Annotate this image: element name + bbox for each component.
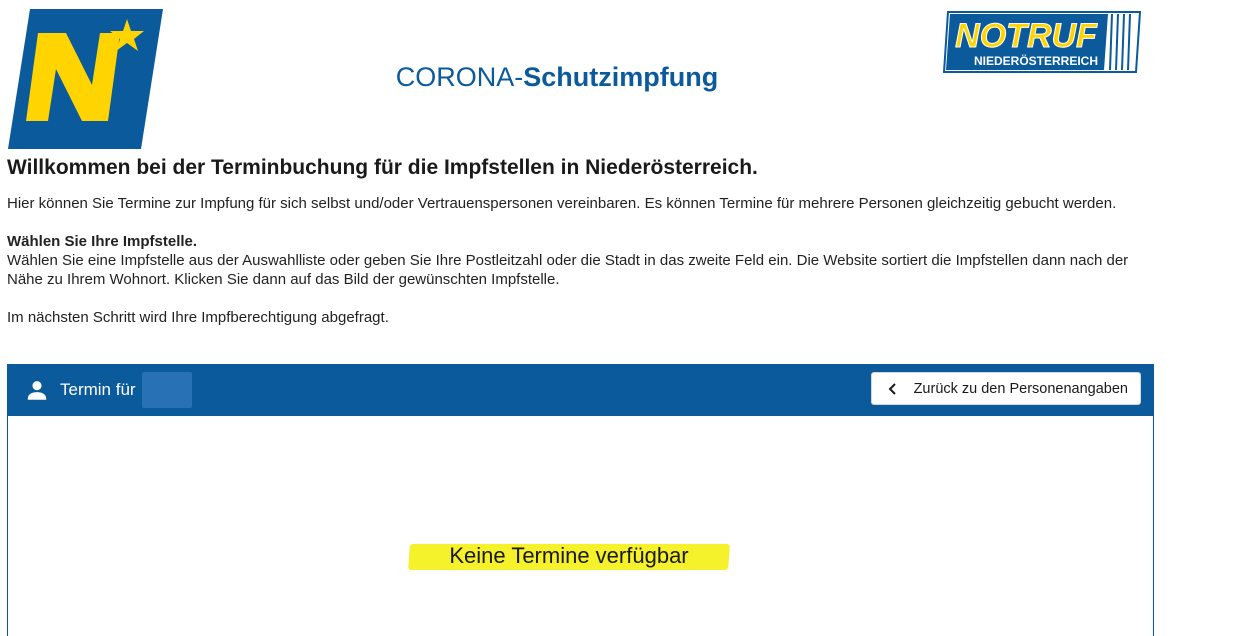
notruf-logo-subtext: NIEDERÖSTERREICH [974,53,1098,68]
next-step-text: Im nächsten Schritt wird Ihre Impfberech… [7,309,389,326]
chevron-left-icon [888,382,896,395]
select-station-text: Wählen Sie eine Impfstelle aus der Auswa… [7,252,1129,288]
panel-title: Termin für [60,380,136,399]
panel-header: Termin für Zurück zu den Personenangaben [8,364,1153,416]
intro-section: Willkommen bei der Terminbuchung für die… [7,156,1147,327]
title-prefix: CORONA- [395,62,524,92]
redacted-person-name [141,372,192,408]
select-station-section: Wählen Sie Ihre Impfstelle. Wählen Sie e… [7,232,1147,289]
panel-body: Keine Termine verfügbar [8,416,1153,636]
person-icon [27,381,47,400]
back-button-label: Zurück zu den Personenangaben [913,380,1128,397]
back-to-person-details-button[interactable]: Zurück zu den Personenangaben [870,372,1141,405]
notruf-logo: NOTRUF NIEDERÖSTERREICH [942,11,1142,73]
appointment-panel: Termin für Zurück zu den Personenangaben… [7,364,1154,636]
title-bold: Schutzimpfung [523,62,719,92]
no-appointments-message: Keine Termine verfügbar [449,543,689,568]
intro-paragraph: Hier können Sie Termine zur Impfung für … [7,195,1117,212]
welcome-heading: Willkommen bei der Terminbuchung für die… [7,156,758,179]
notruf-logo-text: NOTRUF [955,17,1098,55]
select-station-heading: Wählen Sie Ihre Impfstelle. [7,233,198,250]
